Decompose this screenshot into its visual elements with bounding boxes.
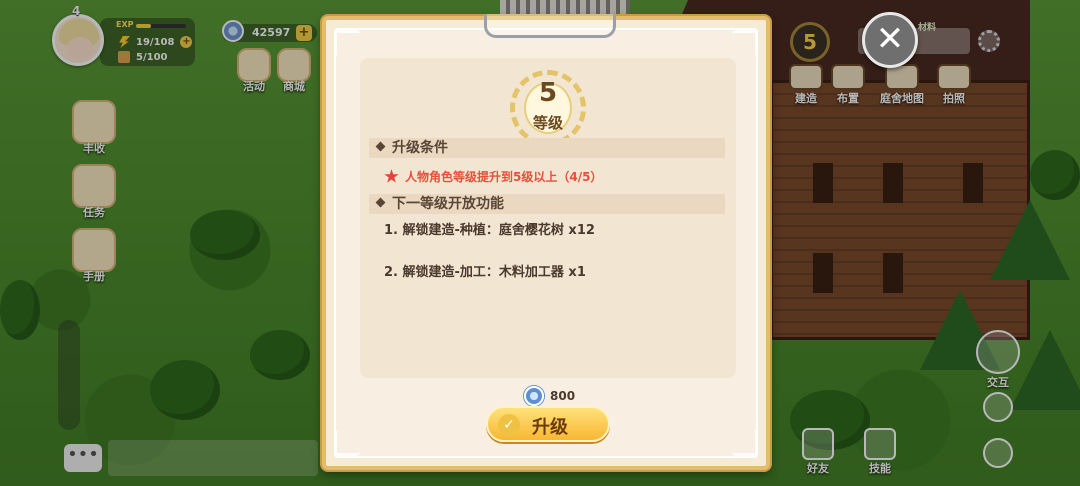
level-badge-label: 等级: [532, 114, 563, 132]
cost-value: 800: [550, 389, 576, 403]
upgrade-cost: 800: [524, 386, 575, 406]
level-badge-number: 5: [538, 78, 558, 108]
dialog-hanger: [484, 14, 616, 38]
close-button[interactable]: ✕: [862, 12, 918, 68]
feature-item: 2. 解锁建造-加工：木料加工器 x1: [384, 265, 586, 280]
feature-item: 1. 解锁建造-种植：庭舍樱花树 x12: [384, 223, 595, 238]
condition-text: 人物角色等级提升到5级以上（4/5）: [405, 170, 603, 184]
star-icon: [384, 169, 399, 183]
condition-item: 人物角色等级提升到5级以上（4/5）: [384, 168, 602, 185]
frame-corner: [334, 430, 360, 456]
level-up-dialog: 5 等级 升级条件 人物角色等级提升到5级以上（4/5） 下一等级开放功能 1.…: [322, 14, 770, 470]
frame-corner: [334, 30, 360, 56]
diamond-icon: [375, 141, 386, 152]
frame-corner: [732, 430, 758, 456]
conditions-header: 升级条件: [369, 138, 725, 158]
upgrade-button[interactable]: ✓ 升级: [486, 406, 610, 442]
coin-icon: [524, 386, 544, 406]
upgrade-label: 升级: [532, 417, 568, 438]
features-title: 下一等级开放功能: [392, 196, 504, 212]
level-badge: 5 等级: [510, 70, 586, 146]
frame-corner: [732, 30, 758, 56]
conditions-title: 升级条件: [392, 140, 448, 156]
features-header: 下一等级开放功能: [369, 194, 725, 214]
diamond-icon: [375, 197, 386, 208]
